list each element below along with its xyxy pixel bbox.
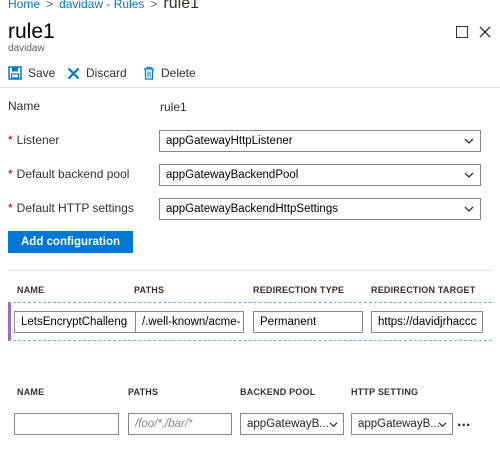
required-marker: *	[8, 201, 13, 215]
listener-select-value: appGatewayHttpListener	[166, 135, 293, 147]
backend-pool-dropdown[interactable]: appGatewayB...	[240, 413, 344, 435]
column-header-redirection-type: REDIRECTION TYPE	[253, 285, 345, 295]
name-value: rule1	[160, 100, 187, 114]
chevron-down-icon	[464, 172, 474, 178]
discard-icon	[67, 67, 80, 79]
http-settings-label-text: Default HTTP settings	[16, 201, 134, 215]
discard-label: Discard	[86, 66, 127, 80]
backend-pool-select[interactable]: appGatewayBackendPool	[159, 164, 481, 186]
redirect-target-input[interactable]: https://davidjrhaccc	[371, 311, 483, 333]
column-header-paths: PATHS	[128, 387, 159, 397]
breadcrumb-separator: >	[150, 0, 158, 11]
delete-icon	[144, 66, 154, 80]
add-configuration-button[interactable]: Add configuration	[8, 231, 133, 253]
http-setting-dropdown-value: appGatewayB...	[358, 418, 440, 430]
more-options-button[interactable]: ...	[457, 413, 470, 431]
maximize-icon	[456, 26, 468, 38]
listener-select[interactable]: appGatewayHttpListener	[159, 130, 481, 152]
http-settings-select-value: appGatewayBackendHttpSettings	[166, 203, 338, 215]
toolbar-divider	[0, 87, 500, 88]
http-setting-dropdown[interactable]: appGatewayB...	[351, 413, 453, 435]
column-header-name: NAME	[17, 285, 45, 295]
name-label: Name	[8, 99, 41, 113]
page-title: rule1	[8, 20, 55, 43]
listener-label-text: Listener	[16, 133, 60, 147]
maximize-button[interactable]	[454, 24, 470, 40]
delete-button[interactable]: Delete	[143, 63, 196, 83]
discard-button[interactable]: Discard	[67, 63, 127, 83]
path-rule-name-input[interactable]	[14, 413, 119, 435]
column-header-backend-pool: BACKEND POOL	[240, 387, 316, 397]
path-rule-paths-input[interactable]: /foo/*,/bar/*	[128, 413, 232, 435]
backend-pool-label-text: Default backend pool	[16, 167, 130, 181]
http-settings-select[interactable]: appGatewayBackendHttpSettings	[159, 198, 481, 220]
backend-pool-dropdown-value: appGatewayB...	[247, 418, 329, 430]
chevron-down-icon	[438, 422, 447, 428]
chevron-down-icon	[329, 422, 338, 428]
breadcrumb-separator: >	[46, 0, 54, 11]
column-header-http-setting: HTTP SETTING	[351, 387, 419, 397]
backend-pool-select-value: appGatewayBackendPool	[166, 169, 299, 181]
column-header-redirection-target: REDIRECTION TARGET	[371, 285, 476, 295]
chevron-down-icon	[464, 206, 474, 212]
delete-label: Delete	[161, 66, 196, 80]
listener-label: * Listener	[8, 133, 59, 147]
column-header-name: NAME	[17, 387, 45, 397]
redirect-type-input[interactable]: Permanent	[253, 311, 363, 333]
column-header-paths: PATHS	[134, 285, 165, 295]
chevron-down-icon	[464, 138, 474, 144]
required-marker: *	[8, 133, 13, 147]
close-button[interactable]	[477, 24, 493, 40]
http-settings-label: * Default HTTP settings	[8, 201, 134, 215]
close-icon	[479, 26, 491, 38]
breadcrumb-rules-link[interactable]: davidaw - Rules	[59, 0, 144, 11]
breadcrumb-current: rule1	[163, 0, 199, 12]
save-icon	[8, 66, 22, 80]
breadcrumb-home-link[interactable]: Home	[8, 0, 40, 11]
save-button[interactable]: Save	[8, 63, 55, 83]
redirect-paths-input[interactable]: /.well-known/acme-	[135, 311, 244, 333]
paths-placeholder: /foo/*,/bar/*	[135, 418, 193, 430]
backend-pool-label: * Default backend pool	[8, 167, 129, 181]
required-marker: *	[8, 167, 13, 181]
page-subtitle: davidaw	[8, 43, 45, 54]
save-label: Save	[28, 66, 56, 80]
breadcrumb: Home > davidaw - Rules > rule1	[8, 0, 199, 12]
table-divider	[8, 270, 492, 271]
